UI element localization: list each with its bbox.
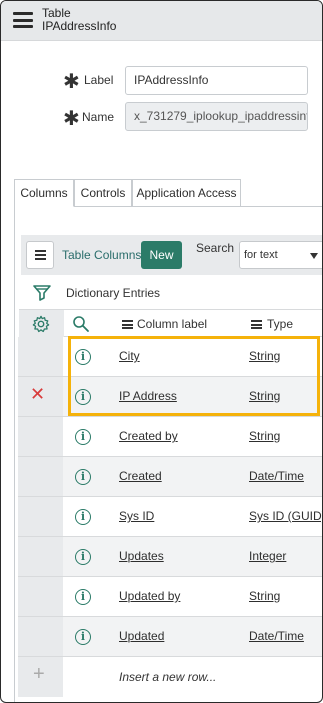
info-icon[interactable]: i <box>75 629 91 645</box>
required-icon: ✱ <box>63 108 80 130</box>
breadcrumb[interactable]: Dictionary Entries <box>66 286 160 300</box>
type-menu-icon[interactable] <box>251 320 262 329</box>
table-row: i Updated Date/Time <box>18 617 322 657</box>
row-column-label[interactable]: Created <box>119 469 162 483</box>
info-icon[interactable]: i <box>75 349 91 365</box>
row-column-label[interactable]: Updates <box>119 549 164 563</box>
info-icon[interactable]: i <box>75 509 91 525</box>
row-type[interactable]: Date/Time <box>249 629 304 643</box>
row-select-cell: ✕ <box>18 377 63 416</box>
row-type[interactable]: Integer <box>249 549 286 563</box>
header: Table IPAddressInfo <box>1 1 322 41</box>
row-type[interactable]: String <box>249 349 280 363</box>
plus-icon[interactable]: + <box>33 663 45 686</box>
search-field-select[interactable]: for text <box>239 241 322 269</box>
row-select-cell <box>18 577 63 616</box>
search-icon[interactable] <box>72 315 90 333</box>
header-settings-cell <box>19 310 64 337</box>
info-icon[interactable]: i <box>75 549 91 565</box>
hamburger-menu-icon[interactable] <box>13 12 33 28</box>
table-row: i Updates Integer <box>18 537 322 577</box>
table-row: ✕ i IP Address String <box>18 377 322 417</box>
list-toolbar: Table Columns New Search for text <box>21 235 322 275</box>
row-select-cell <box>18 457 63 496</box>
table-row: i Created by String <box>18 417 322 457</box>
new-button[interactable]: New <box>141 241 182 269</box>
list-menu-button[interactable] <box>26 241 54 269</box>
row-select-cell <box>18 417 63 456</box>
type-header[interactable]: Type <box>267 317 293 331</box>
header-title: IPAddressInfo <box>42 19 117 33</box>
info-icon[interactable]: i <box>75 389 91 405</box>
tab-controls[interactable]: Controls <box>74 179 132 207</box>
row-column-label[interactable]: Updated by <box>119 589 180 603</box>
table-row: i Updated by String <box>18 577 322 617</box>
row-column-label[interactable]: City <box>119 349 140 363</box>
delete-icon[interactable]: ✕ <box>30 384 45 405</box>
name-input[interactable]: x_731279_iplookup_ipaddressinfo <box>125 102 308 131</box>
required-icon: ✱ <box>63 71 80 93</box>
label-field-label: Label <box>84 73 114 87</box>
row-select-cell <box>18 537 63 576</box>
label-input[interactable]: IPAddressInfo <box>125 66 308 95</box>
info-icon[interactable]: i <box>75 469 91 485</box>
row-column-label[interactable]: Sys ID <box>119 509 154 523</box>
table-row: i Sys ID Sys ID (GUID) <box>18 497 322 537</box>
column-menu-icon[interactable] <box>122 320 133 329</box>
row-select-cell <box>18 497 63 536</box>
column-label-header[interactable]: Column label <box>137 317 207 331</box>
row-type[interactable]: String <box>249 589 280 603</box>
row-column-label[interactable]: Created by <box>119 429 178 443</box>
row-type[interactable]: Date/Time <box>249 469 304 483</box>
row-type[interactable]: String <box>249 389 280 403</box>
row-select-cell <box>18 337 63 376</box>
row-select-cell <box>18 617 63 656</box>
search-field-value: for text <box>244 249 278 261</box>
name-field-label: Name <box>82 110 115 124</box>
row-type[interactable]: Sys ID (GUID) <box>249 509 322 523</box>
info-icon[interactable]: i <box>75 429 91 445</box>
row-type[interactable]: String <box>249 429 280 443</box>
gear-icon[interactable] <box>32 315 50 333</box>
tab-columns[interactable]: Columns <box>14 179 74 207</box>
filter-icon[interactable] <box>33 284 51 302</box>
insert-row[interactable]: + Insert a new row... <box>18 657 322 697</box>
info-icon[interactable]: i <box>75 589 91 605</box>
list-title: Table Columns <box>62 248 142 262</box>
row-select-cell: + <box>18 657 63 697</box>
row-column-label[interactable]: Updated <box>119 629 164 643</box>
insert-row-text[interactable]: Insert a new row... <box>119 670 216 684</box>
search-label: Search <box>196 241 235 255</box>
header-type: Table <box>42 6 71 20</box>
chevron-down-icon <box>310 253 318 259</box>
table-header: Column label Type <box>19 309 322 337</box>
table-row: i City String <box>18 337 322 377</box>
table-row: i Created Date/Time <box>18 457 322 497</box>
row-column-label[interactable]: IP Address <box>119 389 177 403</box>
tab-application-access[interactable]: Application Access <box>132 179 241 207</box>
app-window: Table IPAddressInfo ✱ Label IPAddressInf… <box>0 0 323 703</box>
